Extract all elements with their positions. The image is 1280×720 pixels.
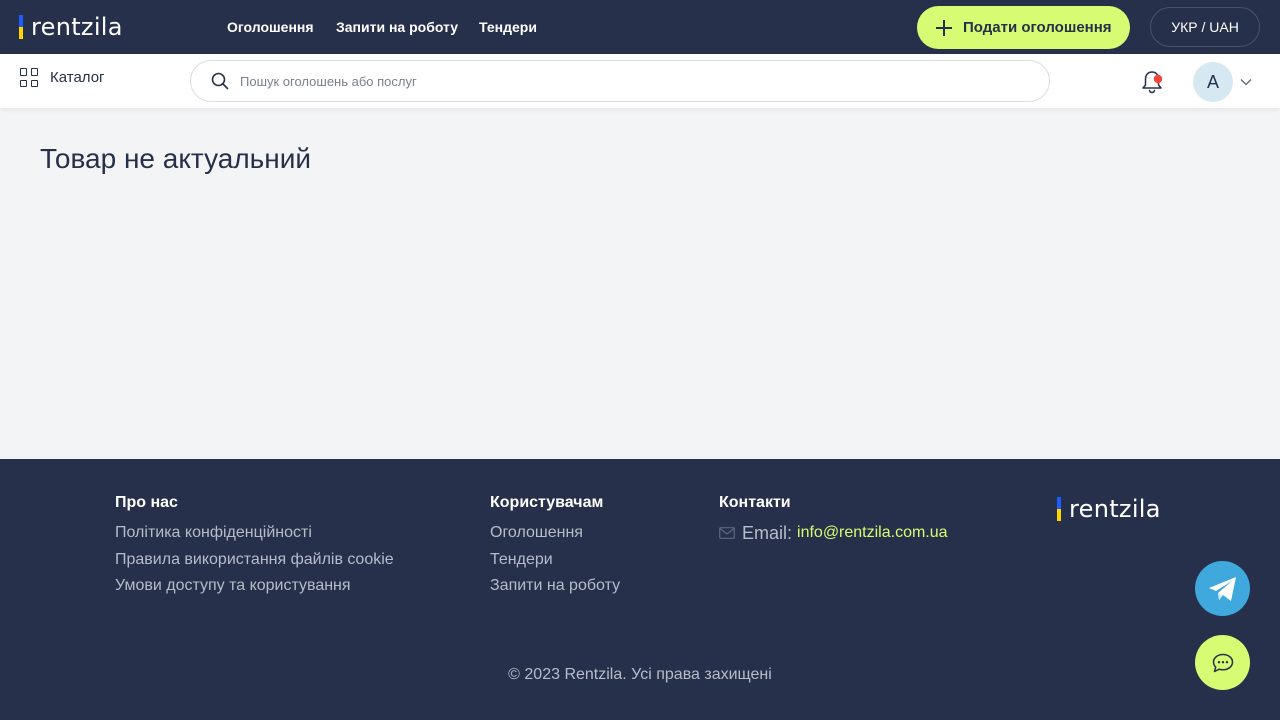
nav-link-tenders[interactable]: Тендери <box>479 19 537 35</box>
copyright: © 2023 Rentzila. Усі права захищені <box>508 666 772 683</box>
telegram-icon <box>1208 576 1236 601</box>
envelope-icon <box>719 527 735 540</box>
footer-logo-text: rentzila <box>1069 495 1161 523</box>
bell-icon[interactable] <box>1140 69 1164 95</box>
top-navbar: rentzila Оголошення Запити на роботу Тен… <box>0 0 1280 54</box>
footer-logo[interactable]: rentzila <box>1057 495 1161 523</box>
chat-button[interactable] <box>1195 635 1250 690</box>
email-label: Email: <box>742 522 793 543</box>
telegram-button[interactable] <box>1195 561 1250 616</box>
footer-link-job-requests[interactable]: Запити на роботу <box>490 573 620 600</box>
footer-link-adverts[interactable]: Оголошення <box>490 520 620 547</box>
add-advert-button[interactable]: Подати оголошення <box>917 6 1130 49</box>
footer-contacts-heading: Контакти <box>719 494 791 511</box>
plus-icon <box>935 19 953 37</box>
chevron-down-icon[interactable] <box>1240 78 1252 86</box>
grid-icon <box>20 68 39 87</box>
footer-link-tenders[interactable]: Тендери <box>490 547 620 574</box>
logo-text: rentzila <box>31 13 123 41</box>
email-link[interactable]: info@rentzila.com.ua <box>797 520 948 547</box>
footer-link-terms[interactable]: Умови доступу та користування <box>115 573 394 600</box>
avatar[interactable]: A <box>1193 62 1233 102</box>
logo-flag-icon <box>19 15 23 39</box>
footer-link-privacy[interactable]: Політика конфіденційності <box>115 520 394 547</box>
catalog-label: Каталог <box>50 69 105 86</box>
notification-dot <box>1153 74 1163 84</box>
add-advert-label: Подати оголошення <box>963 19 1112 36</box>
footer-users-column: Користувачам Оголошення Тендери Запити н… <box>490 494 620 600</box>
footer-about-column: Про нас Політика конфіденційності Правил… <box>115 494 394 600</box>
chat-icon <box>1212 653 1233 672</box>
footer-about-heading: Про нас <box>115 494 178 511</box>
footer-logo-flag-icon <box>1057 497 1061 521</box>
contact-email-line: Email: info@rentzila.com.ua <box>719 520 948 547</box>
search-input[interactable] <box>240 73 1020 89</box>
footer-users-heading: Користувачам <box>490 494 604 511</box>
nav-link-job-requests[interactable]: Запити на роботу <box>336 19 458 35</box>
search-icon <box>211 72 229 90</box>
logo[interactable]: rentzila <box>19 13 123 41</box>
footer-contacts-column: Контакти Email: info@rentzila.com.ua <box>719 494 948 547</box>
search-bar-row: Каталог A <box>0 54 1280 108</box>
footer-link-cookies[interactable]: Правила використання файлів cookie <box>115 547 394 574</box>
footer: Про нас Політика конфіденційності Правил… <box>0 459 1280 720</box>
page-title: Товар не актуальний <box>40 143 311 174</box>
nav-link-adverts[interactable]: Оголошення <box>227 19 314 35</box>
search-box[interactable] <box>190 60 1050 102</box>
catalog-button[interactable]: Каталог <box>20 68 105 87</box>
language-currency-button[interactable]: УКР / UAH <box>1150 7 1260 47</box>
